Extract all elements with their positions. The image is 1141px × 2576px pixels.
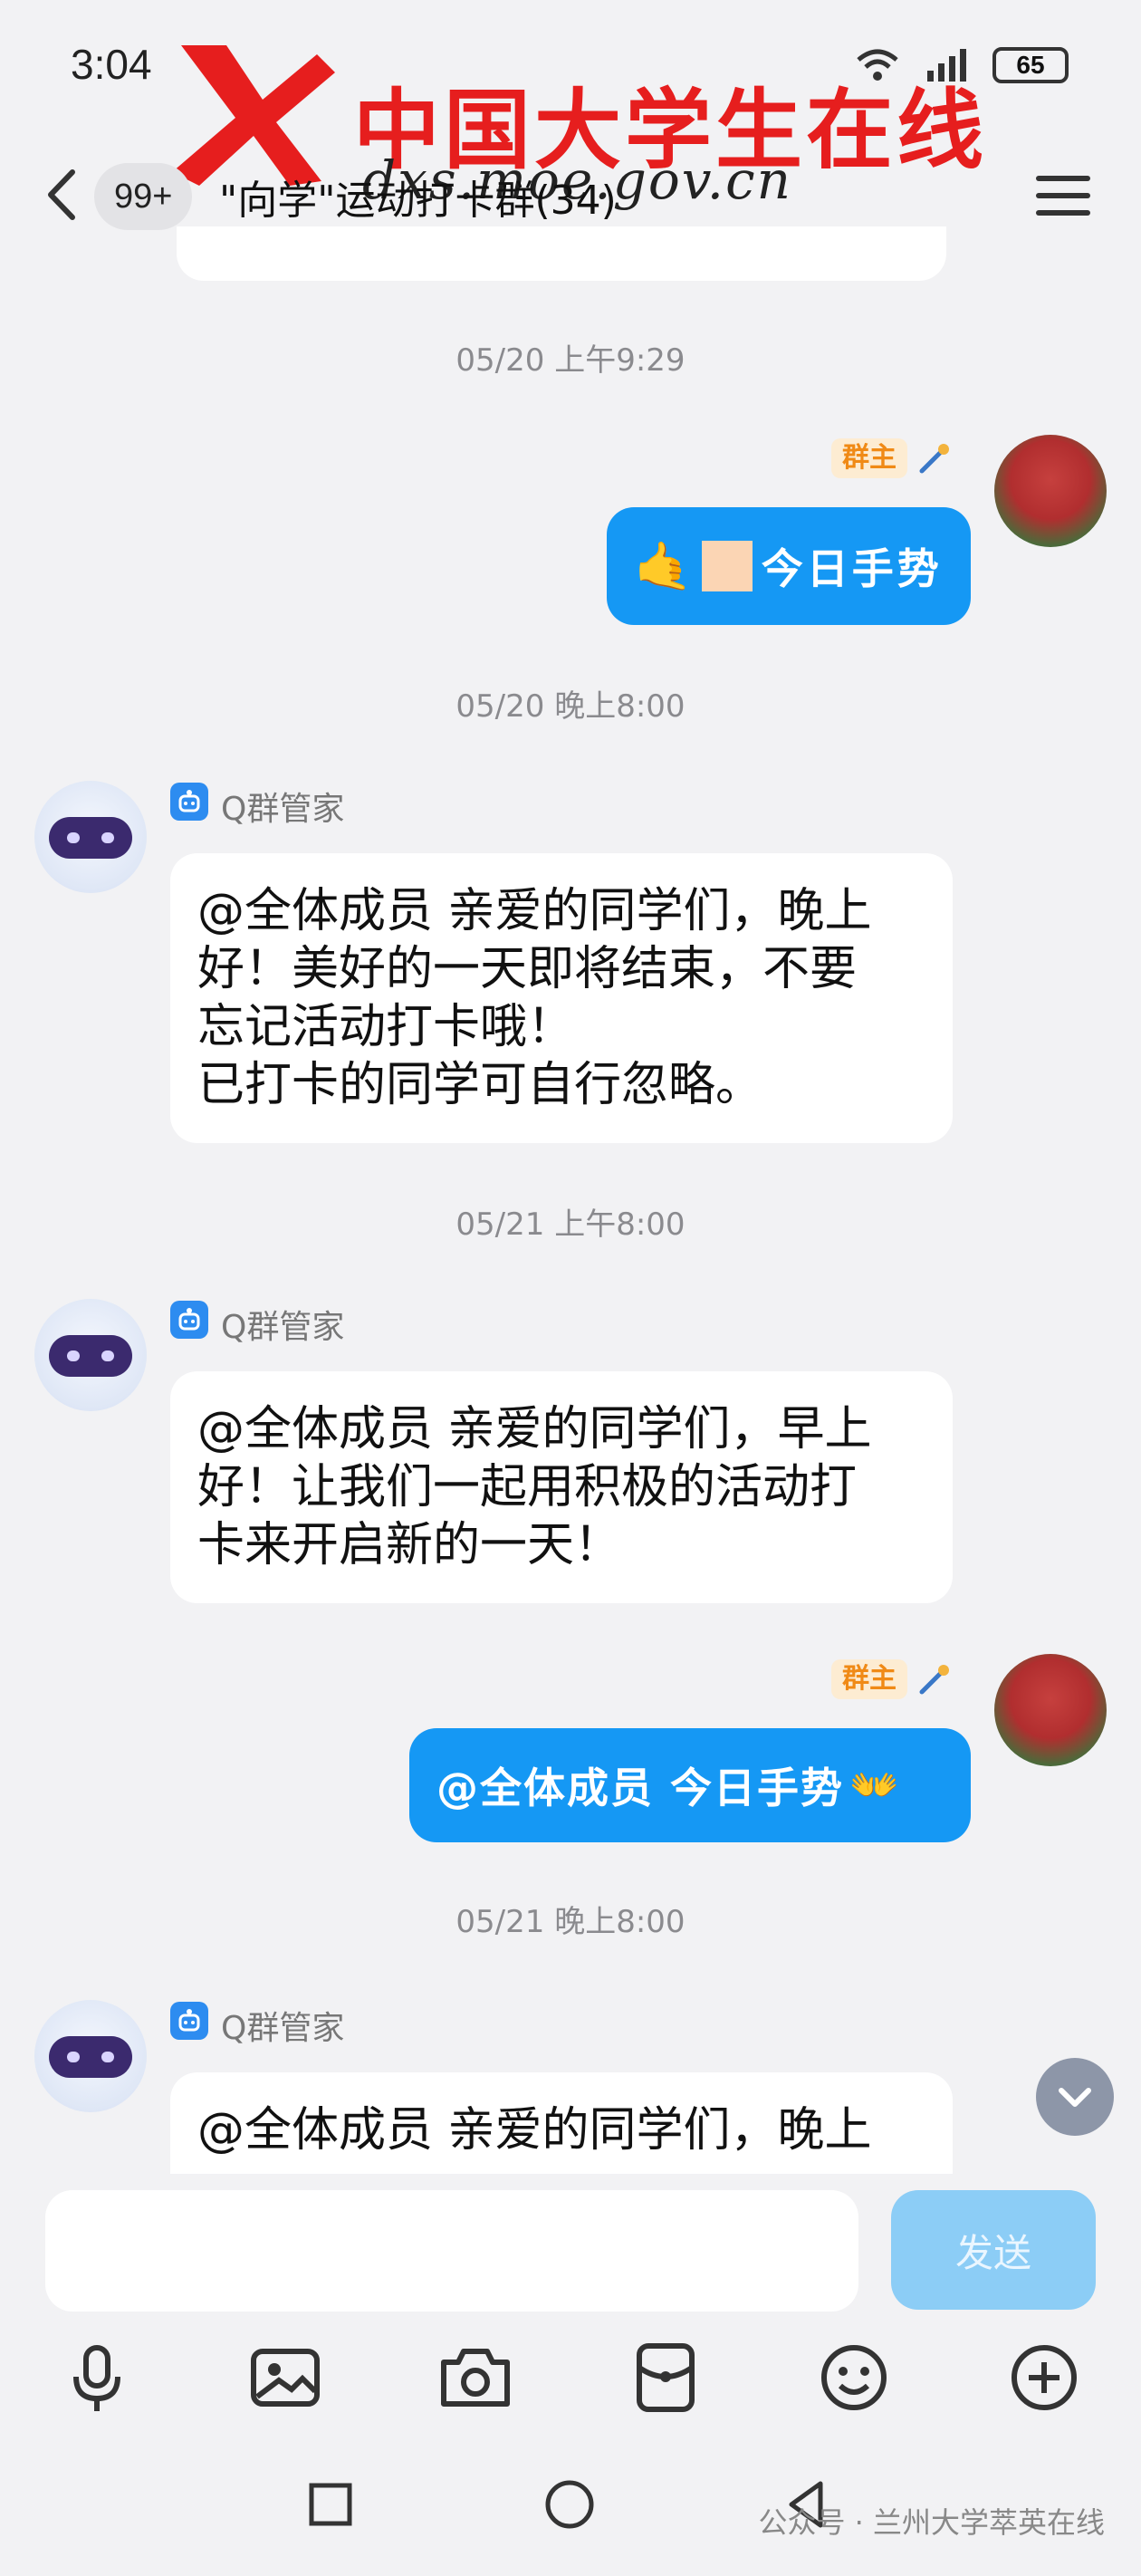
message-line: 忘记活动打卡哦！ [197, 1000, 575, 1054]
message-text: @全体成员 今日手势 [436, 1764, 845, 1812]
user-avatar[interactable] [994, 1654, 1107, 1766]
emoji-icon[interactable] [813, 2337, 895, 2418]
image-icon[interactable] [244, 2337, 326, 2418]
bot-face-icon [49, 2036, 132, 2078]
message-timestamp: 05/20 上午9:29 [455, 342, 686, 379]
previous-message-bubble[interactable] [177, 226, 946, 281]
message-line: @全体成员 亲爱的同学们，早上 [197, 1402, 872, 1456]
chevron-down-icon [1059, 2088, 1091, 2107]
scroll-to-bottom-button[interactable] [1036, 2058, 1114, 2136]
plus-icon[interactable] [1003, 2337, 1085, 2418]
chat-title[interactable]: "向学"运动打卡群(34) [219, 168, 617, 226]
microphone-icon[interactable] [56, 2337, 138, 2418]
battery-indicator: 65 [992, 47, 1069, 83]
robot-icon [170, 2002, 208, 2040]
message-line: 已打卡的同学可自行忽略。 [197, 1058, 763, 1112]
unread-badge[interactable]: 99+ [94, 163, 193, 230]
bot-avatar[interactable] [34, 2000, 147, 2112]
message-line: @全体成员 亲爱的同学们，晚上 [197, 884, 872, 938]
incoming-message-bubble[interactable]: @全体成员 亲爱的同学们，晚上 好！美好的一天即将结束，不要 忘记活动打卡哦！ … [170, 853, 953, 1143]
recent-apps-icon[interactable] [299, 2473, 362, 2536]
menu-icon[interactable] [1032, 170, 1096, 221]
robot-icon [170, 1301, 208, 1339]
bot-avatar[interactable] [34, 781, 147, 893]
sender-name: Q群管家 [221, 1309, 345, 1346]
bot-avatar[interactable] [34, 1299, 147, 1411]
bot-face-icon [49, 817, 132, 859]
status-time: 3:04 [71, 41, 152, 88]
medal-icon [919, 444, 949, 474]
owner-tag: 群主 [831, 438, 907, 478]
robot-icon [170, 783, 208, 821]
outgoing-message-bubble[interactable]: @全体成员 今日手势 👐 [409, 1728, 971, 1842]
camera-icon[interactable] [435, 2337, 516, 2418]
skin-tone-square-icon [701, 541, 753, 591]
user-avatar[interactable] [994, 435, 1107, 547]
message-input[interactable] [45, 2190, 858, 2312]
incoming-message-bubble[interactable]: @全体成员 亲爱的同学们，早上 好！让我们一起用积极的活动打 卡来开启新的一天！ [170, 1371, 953, 1603]
send-button[interactable]: 发送 [891, 2190, 1096, 2310]
home-icon[interactable] [538, 2473, 601, 2536]
message-timestamp: 05/20 晚上8:00 [455, 688, 686, 725]
sender-name: Q群管家 [221, 791, 345, 828]
message-line: 好！让我们一起用积极的活动打 [197, 1460, 858, 1514]
owner-tag: 群主 [831, 1659, 907, 1699]
message-text: 今日手势 [761, 544, 943, 593]
raised-hands-icon: 👐 [849, 1763, 899, 1809]
message-line: 卡来开启新的一天！ [197, 1518, 622, 1572]
red-packet-icon[interactable] [625, 2337, 706, 2418]
medal-icon [919, 1665, 949, 1695]
back-button[interactable] [36, 163, 91, 226]
sender-name: Q群管家 [221, 2010, 345, 2047]
message-line: @全体成员 亲爱的同学们，晚上 [197, 2103, 872, 2158]
footer-watermark: 公众号 · 兰州大学萃英在线 [758, 2505, 1105, 2540]
message-timestamp: 05/21 晚上8:00 [455, 1904, 686, 1940]
message-timestamp: 05/21 上午8:00 [455, 1206, 686, 1243]
outgoing-message-bubble[interactable]: 🤙 今日手势 [607, 507, 971, 625]
call-me-hand-icon: 🤙 [634, 539, 693, 594]
bot-face-icon [49, 1335, 132, 1377]
message-line: 好！美好的一天即将结束，不要 [197, 942, 858, 996]
